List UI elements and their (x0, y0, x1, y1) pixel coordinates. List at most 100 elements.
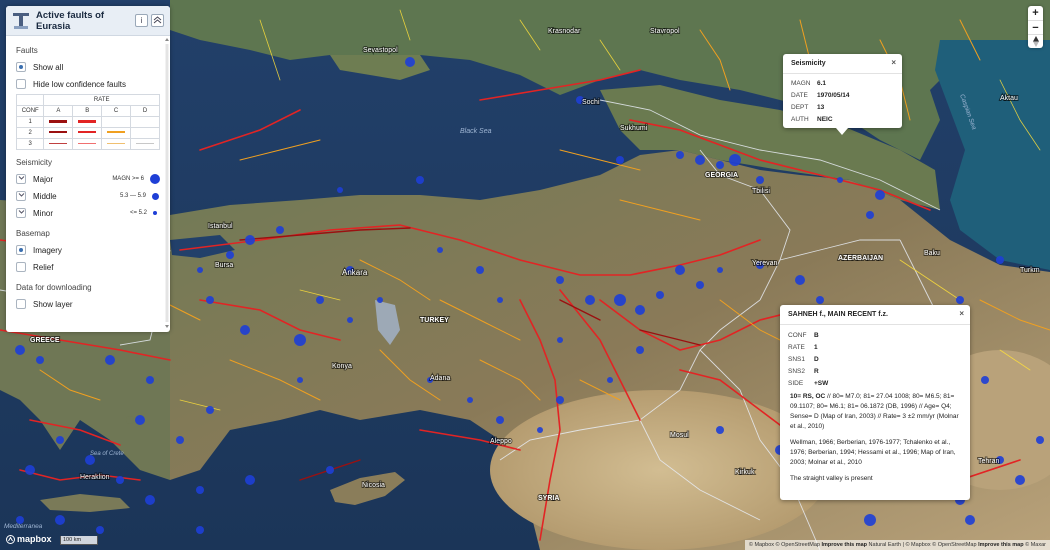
basemap-heading: Basemap (16, 229, 50, 238)
seis-value: 1970/05/14 (817, 91, 850, 99)
zoom-out-button[interactable]: − (1028, 20, 1043, 34)
collapse-button[interactable] (151, 14, 164, 27)
legend-swatch (43, 116, 74, 128)
label-aktau: Aktau (1000, 95, 1018, 102)
panel-scrollbar[interactable] (165, 38, 169, 328)
relief-radio[interactable] (16, 262, 26, 272)
chevron-down-icon (18, 176, 24, 180)
legend-swatch (130, 116, 160, 128)
fault-key: SIDE (788, 379, 804, 387)
label-istanbul: Istanbul (208, 223, 233, 230)
label-mediterranean: Mediterranea (4, 523, 43, 530)
minor-option[interactable]: Minor <= 5.2 (16, 205, 160, 221)
popup-tail (836, 128, 848, 135)
attribution-text: © Maxar (1023, 542, 1046, 548)
label-kirkuk: Kirkuk (735, 469, 755, 476)
seis-key: DATE (791, 91, 808, 99)
middle-label: Middle (33, 191, 57, 201)
legend-corner (15, 94, 45, 106)
minor-expand-toggle[interactable] (16, 208, 26, 218)
hide-low-option[interactable]: Hide low confidence faults (16, 76, 160, 92)
rate-header: RATE (43, 94, 160, 106)
label-turkey: TURKEY (420, 317, 449, 324)
fault-key: SNS1 (788, 355, 805, 363)
seis-row: AUTH NEIC (783, 113, 902, 125)
fault-value: 1 (814, 343, 818, 351)
seis-row: DEPT 13 (783, 101, 902, 113)
label-yerevan: Yerevan (752, 260, 778, 267)
compass-button[interactable] (1028, 34, 1043, 48)
fault-value: R (814, 367, 819, 375)
legend-swatch (43, 138, 74, 150)
show-all-radio[interactable] (16, 62, 26, 72)
show-layer-option[interactable]: Show layer (16, 296, 160, 312)
improve-map-link[interactable]: Improve this map (821, 542, 867, 548)
seis-key: DEPT (791, 103, 809, 111)
fault-description: 10= RS, OC // 80= M7.0; 81= 27.04 1008; … (780, 389, 970, 435)
close-icon[interactable]: × (959, 309, 964, 318)
major-expand-toggle[interactable] (16, 174, 26, 184)
label-heraklion: Heraklion (80, 474, 110, 481)
middle-expand-toggle[interactable] (16, 191, 26, 201)
chevron-down-icon (18, 210, 24, 214)
zoom-control: + − (1028, 6, 1043, 48)
fault-row: RATE 1 (780, 341, 970, 353)
scale-bar: 100 km (60, 536, 98, 545)
label-baku: Baku (924, 250, 940, 257)
label-adana: Adana (430, 375, 450, 382)
info-button[interactable]: i (135, 14, 148, 27)
zoom-in-button[interactable]: + (1028, 6, 1043, 20)
label-tehran: Tehran (978, 458, 1000, 465)
show-layer-checkbox[interactable] (16, 299, 26, 309)
middle-option[interactable]: Middle 5.3 — 5.9 (16, 188, 160, 204)
relief-option[interactable]: Relief (16, 259, 160, 275)
seis-value: 13 (817, 103, 825, 111)
close-icon[interactable]: × (891, 58, 896, 67)
seismicity-popup: Seismicity × MAGN 6.1 DATE 1970/05/14 DEPT… (783, 54, 902, 135)
minor-label: Minor (33, 208, 54, 218)
show-layer-label: Show layer (33, 299, 73, 309)
label-tbilisi: Tbilisi (752, 188, 770, 195)
major-option[interactable]: Major MAGN >= 6 (16, 171, 160, 187)
show-all-option[interactable]: Show all (16, 59, 160, 75)
fault-key: SNS2 (788, 367, 805, 375)
conf-row-3: 3 (15, 138, 45, 150)
layers-panel: Active faults of Eurasia i Faults Show a… (6, 6, 170, 332)
panel-body: Faults Show all Hide low confidence faul… (6, 36, 170, 324)
legend-swatch (72, 116, 103, 128)
rate-col-d: D (130, 105, 160, 117)
label-azerbaijan: AZERBAIJAN (838, 255, 883, 262)
label-ankara: Ankara (342, 268, 368, 277)
label-nicosia: Nicosia (362, 482, 385, 489)
rate-col-a: A (43, 105, 74, 117)
fault-value: B (814, 331, 819, 339)
legend-swatch (101, 138, 132, 150)
major-label: Major (33, 174, 54, 184)
fault-references: Wellman, 1966; Berberian, 1976-1977; Tch… (790, 439, 956, 466)
hide-low-checkbox[interactable] (16, 79, 26, 89)
label-greece: GREECE (30, 337, 60, 344)
middle-dot-icon (152, 192, 159, 200)
mapbox-logo-icon (6, 534, 15, 544)
seis-row: DATE 1970/05/14 (783, 89, 902, 101)
conf-header: CONF (15, 105, 45, 117)
minor-range: <= 5.2 (129, 210, 147, 216)
fault-popup: SAHNEH f., MAIN RECENT f.z. × CONF B RATE… (780, 305, 970, 500)
improve-map-link[interactable]: Improve this map (978, 542, 1024, 548)
label-sukhumi: Sukhumi (620, 125, 648, 132)
legend-swatch (72, 127, 103, 139)
download-heading: Data for downloading (16, 283, 92, 292)
imagery-option[interactable]: Imagery (16, 242, 160, 258)
major-dot-icon (150, 174, 160, 184)
fault-description-bold: 10= RS, OC (790, 393, 826, 400)
mapbox-logo[interactable]: mapbox (6, 534, 52, 544)
fault-row: SNS2 R (780, 365, 970, 377)
legend-swatch (101, 116, 132, 128)
faults-heading: Faults (16, 46, 38, 55)
label-aleppo: Aleppo (490, 438, 512, 445)
fault-row: CONF B (780, 329, 970, 341)
legend-swatch (130, 127, 160, 139)
fault-app-logo-icon (13, 12, 29, 29)
imagery-radio[interactable] (16, 245, 26, 255)
label-syria: SYRIA (538, 495, 559, 502)
